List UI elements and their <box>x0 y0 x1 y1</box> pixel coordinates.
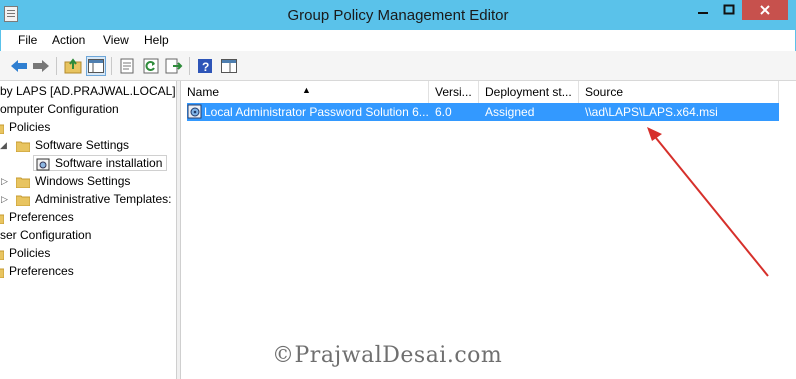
window-title: Group Policy Management Editor <box>287 7 509 24</box>
extended-view-button[interactable] <box>219 56 239 76</box>
forward-icon <box>33 60 49 72</box>
console-tree[interactable]: by LAPS [AD.PRAJWAL.LOCAL] P omputer Con… <box>0 81 176 379</box>
menu-bar: File Action View Help <box>0 30 796 51</box>
tree-item-user-preferences[interactable]: Preferences <box>0 262 74 280</box>
export-list-icon <box>165 58 183 74</box>
watermark-text: ©PrajwalDesai.com <box>272 343 503 368</box>
properties-button[interactable] <box>117 56 137 76</box>
expand-icon[interactable]: ▷ <box>1 172 8 190</box>
cell-source: \\ad\LAPS\LAPS.x64.msi <box>585 105 718 119</box>
cell-deployment-state: Assigned <box>485 105 535 119</box>
up-folder-icon <box>64 58 82 74</box>
up-folder-button[interactable] <box>63 56 83 76</box>
sort-ascending-icon: ▲ <box>302 85 311 95</box>
tree-item-user-policies[interactable]: Policies <box>0 244 50 262</box>
tree-item-windows-settings[interactable]: ▷ Windows Settings <box>0 172 130 190</box>
folder-icon <box>0 124 4 134</box>
tree-item-preferences[interactable]: Preferences <box>0 208 74 226</box>
properties-icon <box>120 58 134 74</box>
refresh-icon <box>143 58 159 74</box>
folder-icon <box>0 214 4 224</box>
toolbar-separator <box>111 57 112 75</box>
menu-action[interactable]: Action <box>52 33 85 47</box>
menu-file[interactable]: File <box>18 33 37 47</box>
toolbar: ? <box>0 51 796 81</box>
svg-text:?: ? <box>202 60 209 74</box>
msi-package-icon <box>187 104 202 119</box>
refresh-button[interactable] <box>141 56 161 76</box>
tree-item-software-settings[interactable]: ◢ Software Settings <box>0 136 129 154</box>
tree-item-user-configuration[interactable]: ser Configuration <box>0 226 91 244</box>
forward-button[interactable] <box>31 56 51 76</box>
back-button[interactable] <box>9 56 29 76</box>
cell-version: 6.0 <box>435 105 452 119</box>
tree-item-computer-configuration[interactable]: omputer Configuration <box>0 100 119 118</box>
help-icon: ? <box>198 59 212 74</box>
column-header-version[interactable]: Versi... <box>429 81 479 103</box>
folder-icon <box>16 195 30 206</box>
menu-view[interactable]: View <box>103 33 129 47</box>
table-row[interactable]: Local Administrator Password Solution 6.… <box>187 103 779 121</box>
results-pane: Name ▲ Versi... Deployment st... Source … <box>181 81 796 379</box>
toolbar-separator <box>189 57 190 75</box>
maximize-button[interactable] <box>716 0 742 20</box>
tree-item-administrative-templates[interactable]: ▷ Administrative Templates: <box>0 190 172 208</box>
close-button[interactable] <box>742 0 788 20</box>
toolbar-separator <box>56 57 57 75</box>
help-button[interactable]: ? <box>195 56 215 76</box>
maximize-icon <box>723 4 735 15</box>
tree-item-policies[interactable]: Policies <box>0 118 50 136</box>
column-header-source[interactable]: Source <box>579 81 779 103</box>
folder-icon <box>0 250 4 260</box>
back-icon <box>11 60 27 72</box>
software-installation-icon <box>36 158 50 171</box>
title-bar: Group Policy Management Editor <box>0 0 796 30</box>
expand-icon[interactable]: ▷ <box>1 190 8 208</box>
folder-icon <box>16 177 30 188</box>
column-header-name[interactable]: Name ▲ <box>181 81 429 103</box>
tree-item-software-installation[interactable]: Software installation <box>33 154 168 172</box>
export-list-button[interactable] <box>164 56 184 76</box>
extended-view-icon <box>221 59 237 73</box>
show-hide-tree-icon <box>88 59 104 73</box>
close-icon <box>760 5 770 15</box>
minimize-button[interactable] <box>690 0 716 20</box>
collapse-icon[interactable]: ◢ <box>0 136 7 154</box>
menu-help[interactable]: Help <box>144 33 169 47</box>
window-controls <box>690 0 788 22</box>
cell-name: Local Administrator Password Solution 6.… <box>204 105 429 119</box>
column-header-deployment-state[interactable]: Deployment st... <box>479 81 579 103</box>
minimize-icon <box>698 12 708 14</box>
show-hide-tree-button[interactable] <box>86 56 106 76</box>
folder-icon <box>0 268 4 278</box>
tree-item-gpo-root[interactable]: by LAPS [AD.PRAJWAL.LOCAL] P <box>0 82 176 100</box>
folder-icon <box>16 141 30 152</box>
